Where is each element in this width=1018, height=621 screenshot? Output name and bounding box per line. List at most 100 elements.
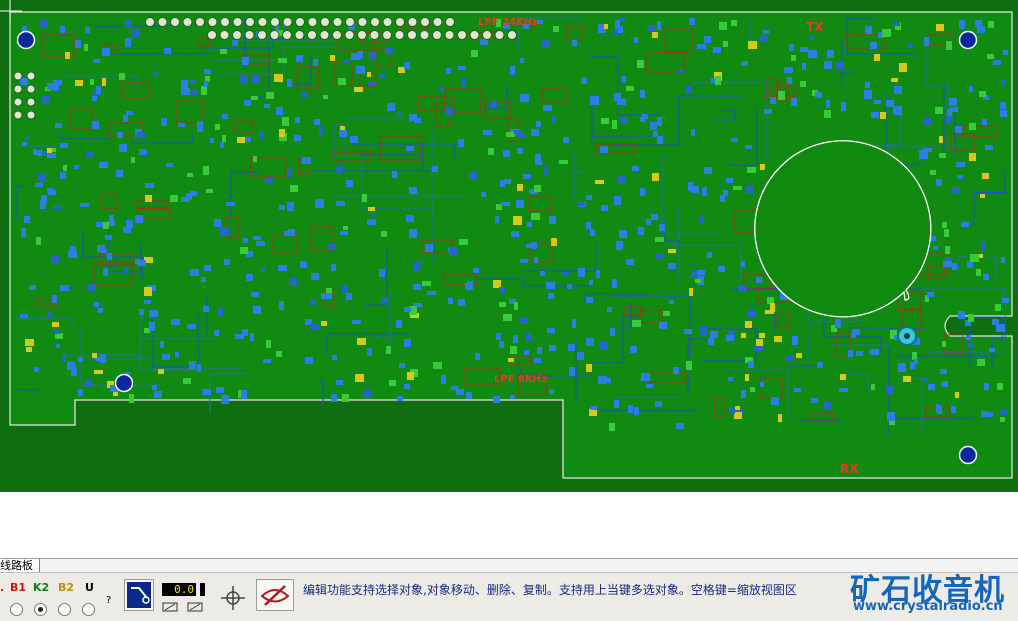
bottom-toolbar: . B1 K2 B2 U ? 0.0 编辑功能支持选择对象,对象移动、删除、复制… xyxy=(0,572,1018,621)
pcb-pad xyxy=(541,39,550,48)
pcb-pad xyxy=(561,272,569,276)
pcb-pad xyxy=(886,100,894,107)
pcb-pad xyxy=(261,267,266,272)
pcb-pad xyxy=(367,348,372,356)
pcb-pad xyxy=(983,274,989,280)
pcb-pad xyxy=(24,216,30,223)
pcb-pad xyxy=(290,185,298,192)
radio-b1[interactable] xyxy=(10,603,23,616)
layer-u[interactable]: U xyxy=(85,581,94,594)
layer-k2[interactable]: K2 xyxy=(33,581,49,594)
pcb-pad xyxy=(78,357,83,362)
pcb-pad xyxy=(220,49,227,54)
pcb-pad xyxy=(955,392,959,398)
pcb-pad xyxy=(808,50,817,58)
pcb-pad xyxy=(614,196,621,205)
pcb-pad xyxy=(811,398,818,403)
pcb-pad xyxy=(330,55,335,61)
pcb-pad xyxy=(214,330,219,336)
pcb-pad xyxy=(1003,50,1008,55)
pcb-pad xyxy=(399,363,405,368)
pcb-pad xyxy=(1001,257,1005,263)
pcb-pad xyxy=(864,90,872,99)
pcb-pad xyxy=(129,394,134,403)
pcb-pad xyxy=(531,213,540,220)
pcb-pad xyxy=(957,175,963,179)
pcb-pad xyxy=(22,142,27,146)
header-pin xyxy=(394,30,405,40)
pcb-pad xyxy=(549,389,554,394)
pcb-pad xyxy=(936,179,942,186)
pcb-pad xyxy=(75,40,81,48)
mounting-hole xyxy=(958,30,978,50)
pcb-pad xyxy=(870,349,879,355)
layer-b2[interactable]: B2 xyxy=(58,581,74,594)
pcb-pad xyxy=(96,222,103,227)
pcb-pad xyxy=(745,145,752,149)
pcb-canvas[interactable]: LPF 24KHz LPF 8KHz TX RX xyxy=(0,0,1018,492)
radio-k2[interactable] xyxy=(34,603,47,616)
header-pin xyxy=(270,17,280,27)
header-pin xyxy=(357,30,367,40)
header-pin xyxy=(395,17,405,27)
pcb-pad xyxy=(589,280,593,285)
pcb-pad xyxy=(741,390,746,398)
pcb-pad xyxy=(501,202,510,206)
pcb-pad xyxy=(483,130,492,135)
pcb-pad xyxy=(368,81,376,86)
pcb-pad xyxy=(340,231,348,235)
pcb-pad xyxy=(927,292,934,297)
pcb-pad xyxy=(520,318,528,324)
pcb-pad xyxy=(923,148,932,152)
pcb-pad xyxy=(947,109,952,117)
header-pin xyxy=(157,17,168,27)
pcb-pad xyxy=(614,29,618,36)
pcb-drawing[interactable] xyxy=(0,0,1018,492)
help-mark[interactable]: ? xyxy=(106,595,111,606)
pcb-pad xyxy=(959,20,965,29)
hide-tool-button[interactable] xyxy=(256,579,294,611)
pcb-pad xyxy=(55,123,62,128)
layer-b1[interactable]: B1 xyxy=(10,581,26,594)
header-pin xyxy=(269,30,280,40)
pcb-pad xyxy=(392,171,397,178)
pcb-pad xyxy=(634,37,638,43)
pcb-pad xyxy=(526,244,533,248)
pcb-pad xyxy=(513,335,518,343)
layer-marker: . xyxy=(0,581,5,594)
tab-pcb[interactable]: 线路板 xyxy=(0,559,40,573)
pcb-pad xyxy=(240,247,248,254)
pcb-pad xyxy=(524,350,529,355)
radio-u[interactable] xyxy=(82,603,95,616)
pcb-pad xyxy=(197,121,203,126)
header-pin xyxy=(482,30,492,40)
pcb-pad xyxy=(197,126,203,132)
pcb-pad xyxy=(164,48,171,54)
pcb-pad xyxy=(103,222,109,229)
pcb-pad xyxy=(871,384,875,390)
pcb-pad xyxy=(339,130,347,137)
pcb-pad xyxy=(982,119,987,125)
pcb-pad xyxy=(630,346,637,353)
pcb-pad xyxy=(586,338,594,346)
pcb-pad xyxy=(224,259,230,265)
pcb-pad xyxy=(68,251,77,258)
grid-icons[interactable] xyxy=(162,601,206,613)
pcb-pad xyxy=(116,170,123,177)
pcb-pad xyxy=(747,310,756,317)
pcb-pad xyxy=(47,312,52,317)
pcb-pad xyxy=(222,114,228,119)
pcb-pad xyxy=(473,268,479,273)
route-tool-button[interactable] xyxy=(124,579,154,611)
pcb-pad xyxy=(1000,417,1005,422)
pcb-pad xyxy=(824,61,832,69)
header-pin xyxy=(457,30,467,40)
crosshair-icon[interactable] xyxy=(220,585,246,611)
pcb-pad xyxy=(778,91,785,100)
pcb-pad xyxy=(253,156,257,162)
pcb-pad xyxy=(549,345,556,351)
pcb-pad xyxy=(591,406,597,410)
radio-b2[interactable] xyxy=(58,603,71,616)
pcb-pad xyxy=(149,322,155,331)
pcb-pad xyxy=(137,132,146,138)
